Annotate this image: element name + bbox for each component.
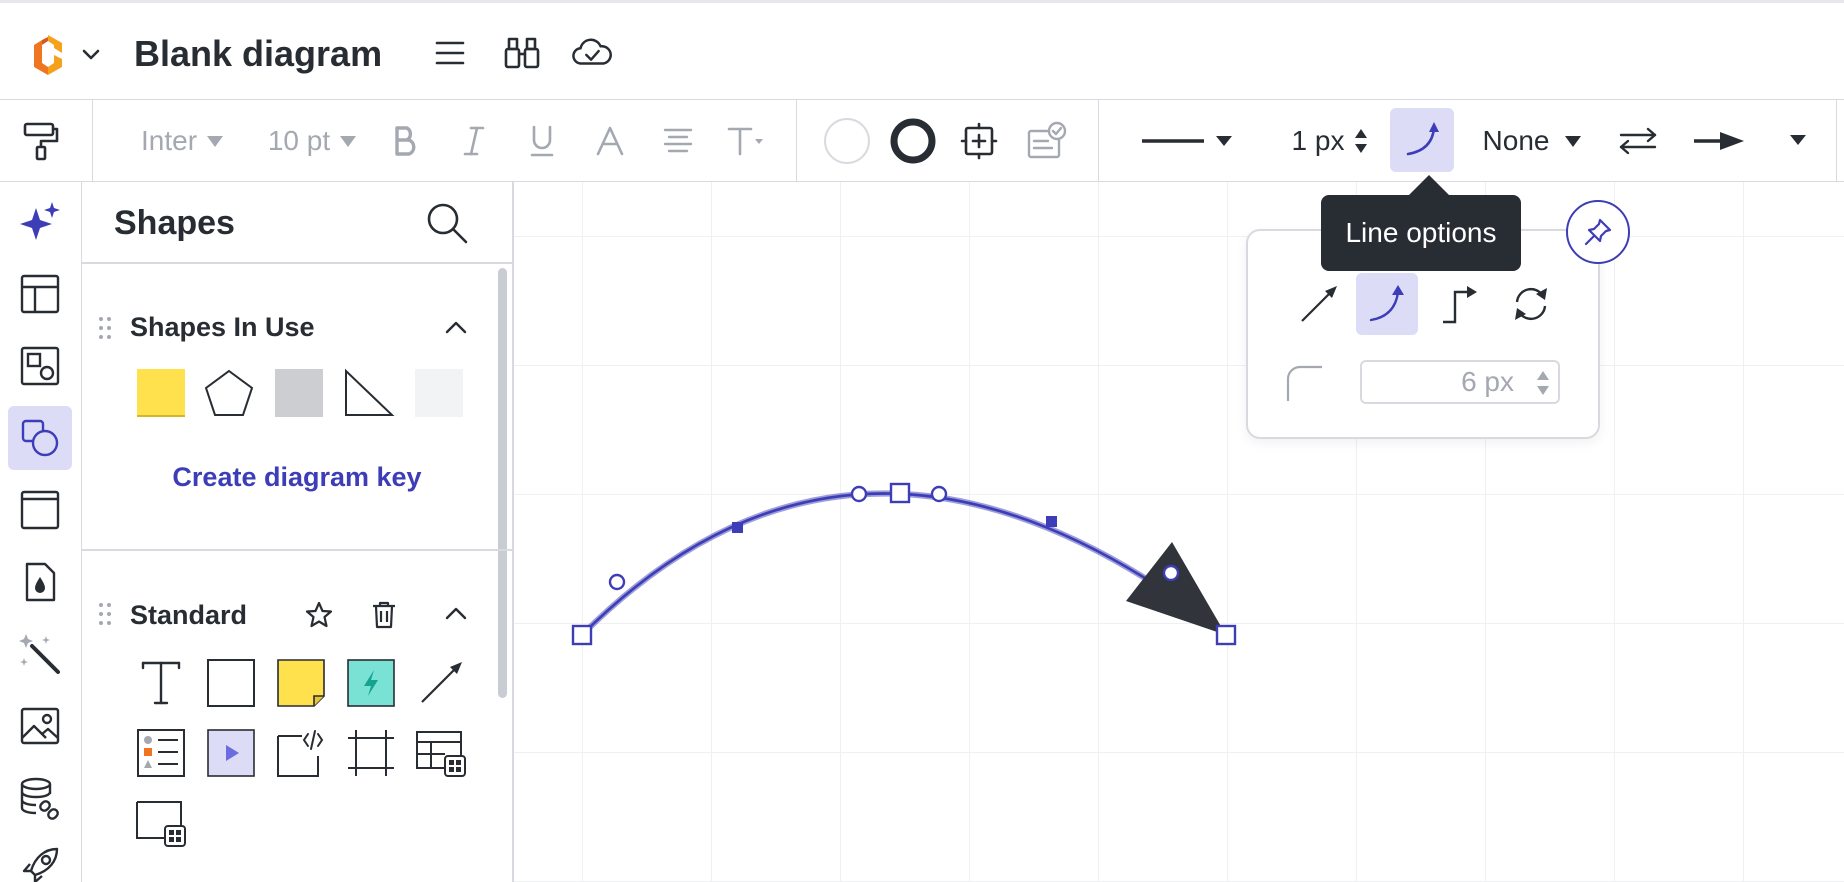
section-title-shapes-in-use[interactable]: Shapes In Use <box>130 312 315 343</box>
line-width-value: 1 px <box>1291 125 1345 156</box>
arrowhead[interactable] <box>1126 542 1226 635</box>
paint-roller-icon[interactable] <box>18 120 64 162</box>
logo-icon[interactable] <box>26 33 70 77</box>
text-color-icon[interactable] <box>592 120 628 162</box>
align-icon[interactable] <box>660 120 696 162</box>
endpoint-handle[interactable] <box>1215 624 1237 646</box>
curved-line-icon[interactable] <box>1390 108 1454 172</box>
gray-rectangle-shape[interactable] <box>272 366 326 420</box>
bend-handle[interactable] <box>1046 516 1057 527</box>
binoculars-icon[interactable] <box>502 33 542 73</box>
bold-icon[interactable] <box>388 120 424 162</box>
diagram-canvas[interactable] <box>514 182 1844 882</box>
create-diagram-key-link[interactable]: Create diagram key <box>82 462 512 493</box>
curved-line-icon[interactable] <box>1356 273 1418 335</box>
endpoint-handle[interactable] <box>571 624 593 646</box>
table-shape[interactable] <box>414 726 468 780</box>
panel-title: Shapes <box>114 204 235 242</box>
ink-drop-icon[interactable] <box>8 550 72 614</box>
card-shape[interactable] <box>134 796 188 850</box>
drag-handle-icon[interactable] <box>98 316 112 340</box>
text-options-icon[interactable] <box>726 120 766 162</box>
bend-handle[interactable] <box>732 522 743 533</box>
control-point[interactable] <box>1162 564 1180 582</box>
shapes-icon[interactable] <box>8 406 72 470</box>
sticky-note-shape[interactable] <box>274 656 328 710</box>
right-triangle-shape[interactable] <box>342 366 396 420</box>
control-point[interactable] <box>930 485 948 503</box>
rocket-icon[interactable] <box>8 834 72 882</box>
dropdown-caret-icon <box>340 135 357 147</box>
italic-icon[interactable] <box>456 120 492 162</box>
section-title-standard[interactable]: Standard <box>130 600 247 631</box>
font-family-value: Inter <box>140 125 198 156</box>
drag-handle-icon[interactable] <box>98 602 112 626</box>
pentagon-shape[interactable] <box>202 366 256 420</box>
database-link-icon[interactable] <box>8 766 72 830</box>
search-icon[interactable] <box>422 198 472 248</box>
underline-icon[interactable] <box>524 120 560 162</box>
line-width-stepper[interactable]: 1 px <box>1282 120 1378 162</box>
corner-radius-icon <box>1286 365 1322 401</box>
left-rail <box>0 182 82 882</box>
tooltip-arrow <box>1408 175 1450 196</box>
chevron-down-icon[interactable] <box>80 43 102 65</box>
line-style-select[interactable] <box>1140 120 1236 162</box>
arrow-line-shape[interactable] <box>414 656 468 710</box>
elbow-line-icon[interactable] <box>1428 273 1490 335</box>
line-start-select[interactable]: None <box>1474 120 1590 162</box>
line-end-value: None <box>1482 125 1550 156</box>
format-toolbar: Inter 10 pt 1 px None <box>0 100 1844 182</box>
embed-shape[interactable] <box>274 726 328 780</box>
straight-line-icon[interactable] <box>1288 273 1350 335</box>
conditional-format-icon[interactable] <box>1026 120 1068 162</box>
crop-icon[interactable] <box>958 120 1000 162</box>
sparkle-icon[interactable] <box>8 190 72 254</box>
rectangle-shape[interactable] <box>204 656 258 710</box>
image-icon[interactable] <box>8 694 72 758</box>
chevron-up-icon[interactable] <box>442 600 470 628</box>
dropdown-caret-icon <box>1565 135 1582 147</box>
shapes-library-icon[interactable] <box>8 334 72 398</box>
cloud-saved-icon[interactable] <box>572 33 612 73</box>
stepper-arrows-icon[interactable] <box>1536 369 1550 397</box>
action-shape[interactable] <box>344 656 398 710</box>
line-end-select[interactable] <box>1690 120 1810 162</box>
swap-arrows-icon[interactable] <box>1616 120 1660 162</box>
light-rectangle-shape[interactable] <box>412 366 466 420</box>
pin-button[interactable] <box>1566 200 1630 264</box>
video-shape[interactable] <box>204 726 258 780</box>
document-title[interactable]: Blank diagram <box>134 33 382 75</box>
border-color-icon[interactable] <box>888 118 938 164</box>
font-family-select[interactable]: Inter <box>128 120 236 162</box>
font-size-value: 10 pt <box>267 125 331 156</box>
frame-shape[interactable] <box>344 726 398 780</box>
font-size-select[interactable]: 10 pt <box>262 120 362 162</box>
trash-icon[interactable] <box>370 600 398 630</box>
text-shape[interactable] <box>134 656 188 710</box>
rotate-line-icon[interactable] <box>1500 273 1562 335</box>
fill-color-icon[interactable] <box>822 118 872 164</box>
sticky-note-shape[interactable] <box>134 366 188 420</box>
midpoint-handle[interactable] <box>889 482 911 504</box>
control-point[interactable] <box>608 573 626 591</box>
control-point[interactable] <box>850 485 868 503</box>
template-icon[interactable] <box>8 262 72 326</box>
magic-wand-icon[interactable] <box>8 622 72 686</box>
chevron-up-icon[interactable] <box>442 314 470 342</box>
dropdown-caret-icon <box>207 135 224 147</box>
star-icon[interactable] <box>304 600 334 630</box>
shapes-panel: Shapes Shapes In Use Create diagram key … <box>82 182 514 882</box>
list-shape[interactable] <box>134 726 188 780</box>
stepper-arrows-icon[interactable] <box>1354 127 1368 155</box>
curved-connector[interactable] <box>514 182 1844 882</box>
frame-icon[interactable] <box>8 478 72 542</box>
pin-icon <box>1584 218 1612 246</box>
top-bar: Blank diagram <box>0 0 1844 100</box>
corner-radius-input[interactable] <box>1360 360 1560 404</box>
menu-icon[interactable] <box>430 33 470 73</box>
line-options-tooltip: Line options <box>1321 195 1521 271</box>
